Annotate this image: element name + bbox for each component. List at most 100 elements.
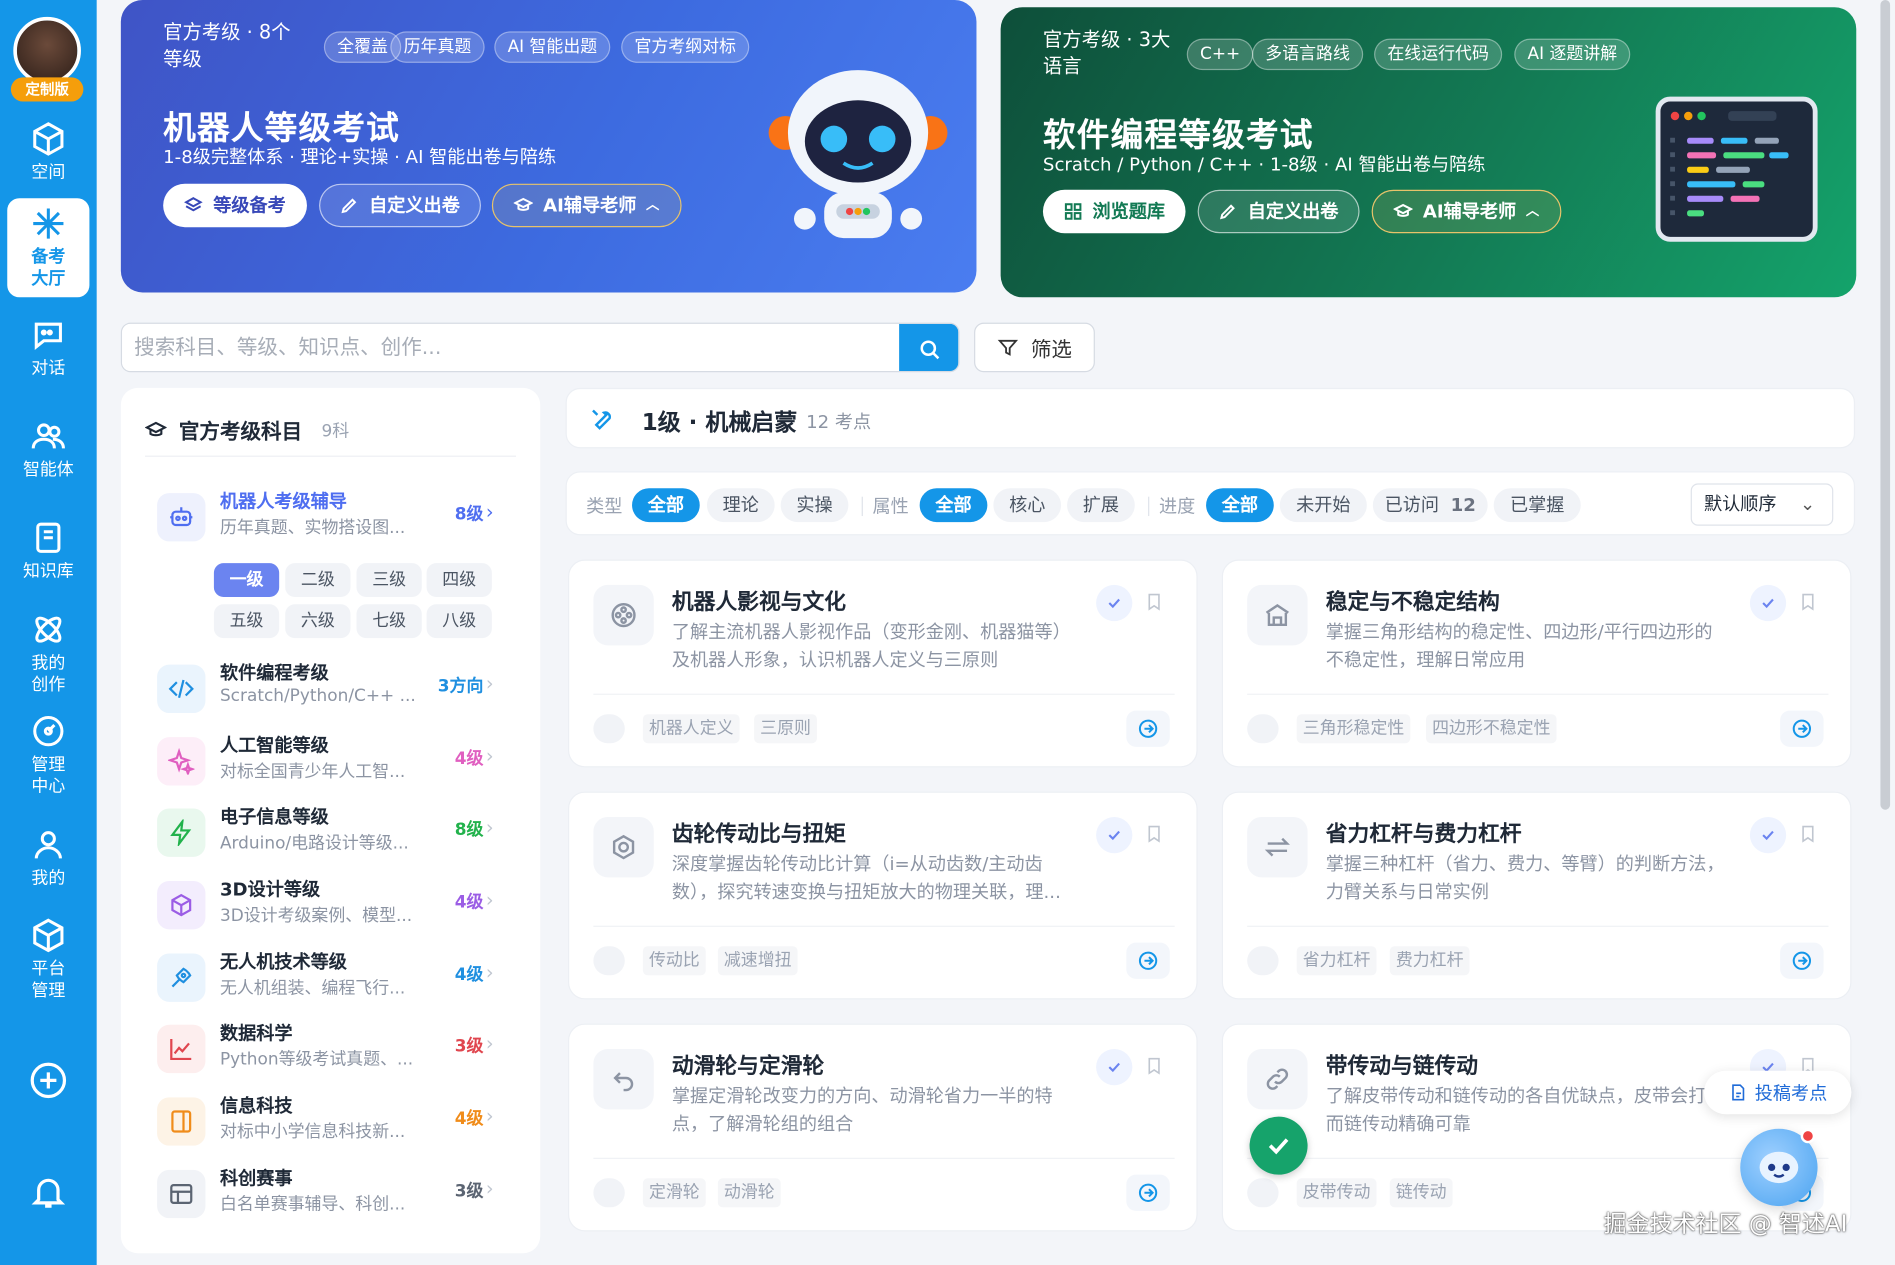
- wrench-icon: [592, 409, 611, 430]
- ai-tutor-button[interactable]: AI辅导老师 ︿: [491, 183, 682, 228]
- attr-all-pill[interactable]: 全部: [919, 488, 988, 523]
- attr-extension-pill[interactable]: 扩展: [1067, 488, 1135, 523]
- banner2-chip: 多语言路线: [1252, 38, 1364, 71]
- bookmark-icon[interactable]: [1798, 823, 1817, 850]
- knowledge-card[interactable]: 稳定与不稳定结构 掌握三角形结构的稳定性、四边形/平行四边形的不稳定性，理解日常…: [1221, 559, 1852, 768]
- check-icon[interactable]: [1096, 584, 1133, 622]
- custom-paper-button[interactable]: 自定义出卷: [319, 183, 481, 228]
- level-chip-3[interactable]: 三级: [356, 563, 422, 597]
- divider: [593, 925, 1175, 927]
- divider: [1148, 496, 1150, 517]
- plus-circle-icon: [30, 1062, 67, 1099]
- level-chip-1[interactable]: 一级: [213, 563, 280, 597]
- subject-info-tech[interactable]: 信息科技 对标中小学信息科技新... 4级 ›: [157, 1092, 507, 1152]
- arrow-right-circle-icon[interactable]: [1126, 1174, 1170, 1211]
- arrow-right-circle-icon[interactable]: [1126, 942, 1170, 979]
- type-all-pill[interactable]: 全部: [632, 488, 700, 523]
- ai-tutor-button-2[interactable]: AI辅导老师 ︿: [1371, 189, 1562, 234]
- level-chip-2[interactable]: 二级: [285, 563, 351, 597]
- card-desc: 了解主流机器人影视作品（变形金刚、机器猫等）及机器人形象，认识机器人定义与三原则: [671, 621, 1071, 671]
- subject-data-science[interactable]: 数据科学 Python等级考试真题、... 3级 ›: [157, 1020, 507, 1080]
- nav-exam-hall-label: 备考大厅: [31, 247, 66, 289]
- nav-knowledge[interactable]: 知识库: [0, 520, 97, 583]
- banner2-chip: 在线运行代码: [1374, 38, 1503, 71]
- check-icon[interactable]: [1096, 1048, 1133, 1086]
- subject-3d-design[interactable]: 3D设计等级 3D设计考级案例、模型... 4级 ›: [157, 876, 507, 936]
- notification-button[interactable]: [0, 1172, 97, 1216]
- attr-core-pill[interactable]: 核心: [993, 488, 1062, 523]
- search-button[interactable]: [899, 323, 959, 372]
- avatar[interactable]: [13, 16, 81, 85]
- check-icon[interactable]: [1749, 816, 1787, 854]
- knowledge-card[interactable]: 带传动与链传动 了解皮带传动和链传动的各自优缺点，皮带会打滑而链传动精确可靠 皮…: [1221, 1023, 1852, 1232]
- subject-drone[interactable]: 无人机技术等级 无人机组装、编程飞行... 4级 ›: [157, 949, 507, 1009]
- arrow-right-circle-icon[interactable]: [1126, 710, 1170, 747]
- subject-innovation-contest[interactable]: 科创赛事 白名单赛事辅导、科创... 3级 ›: [157, 1165, 507, 1225]
- subjects-panel-header: 官方考级科目 9科: [145, 415, 349, 445]
- level-chip-8[interactable]: 八级: [426, 604, 492, 639]
- search-input[interactable]: [122, 323, 896, 372]
- document-icon: [157, 1097, 206, 1146]
- card-desc: 掌握三角形结构的稳定性、四边形/平行四边形的不稳定性，理解日常应用: [1325, 621, 1713, 671]
- bookmark-icon[interactable]: [1144, 823, 1163, 850]
- knowledge-card[interactable]: 省力杠杆与费力杠杆 掌握三种杠杆（省力、费力、等臂）的判断方法，力臂关系与日常实…: [1221, 791, 1852, 1000]
- arrow-right-circle-icon[interactable]: [1780, 710, 1824, 747]
- nav-space[interactable]: 空间: [0, 121, 97, 184]
- level-prep-button[interactable]: 等级备考: [163, 183, 307, 228]
- progress-all-pill[interactable]: 全部: [1206, 488, 1274, 523]
- nav-platform-admin[interactable]: 平台管理: [0, 917, 97, 1002]
- nav-admin-center[interactable]: 管理中心: [0, 713, 97, 798]
- arrow-right-circle-icon[interactable]: [1780, 942, 1824, 979]
- bookmark-icon[interactable]: [1144, 1055, 1163, 1082]
- code-editor-illustration-icon: [1655, 96, 1818, 242]
- progress-mastered-pill[interactable]: 已掌握: [1493, 488, 1581, 523]
- scrollbar[interactable]: [1880, 0, 1891, 810]
- bookmark-icon[interactable]: [1144, 591, 1163, 618]
- bookmark-icon[interactable]: [1798, 591, 1817, 618]
- ai-assistant-fab[interactable]: [1740, 1128, 1818, 1207]
- progress-visited-pill[interactable]: 已访问 12: [1372, 488, 1488, 523]
- nav-me[interactable]: 我的: [0, 827, 97, 890]
- check-icon[interactable]: [1749, 584, 1787, 622]
- subject-ai[interactable]: 人工智能等级 对标全国青少年人工智... 4级 ›: [157, 732, 507, 792]
- nav-exam-hall[interactable]: 备考大厅: [7, 198, 90, 298]
- code-icon: [157, 664, 206, 714]
- progress-not-started-pill[interactable]: 未开始: [1279, 488, 1367, 523]
- subject-robot[interactable]: 机器人考级辅导 历年真题、实物搭设图... 8级 ›: [157, 488, 507, 548]
- level-chip-5[interactable]: 五级: [213, 604, 280, 639]
- atom-icon: [35, 616, 62, 643]
- chevron-right-icon: ›: [485, 815, 494, 839]
- subject-electronics[interactable]: 电子信息等级 Arduino/电路设计等级... 8级 ›: [157, 804, 507, 864]
- completed-check-button[interactable]: [1249, 1116, 1308, 1175]
- sort-select[interactable]: 默认顺序 ⌄: [1690, 483, 1834, 526]
- nav-my-creation-label: 我的创作: [31, 653, 66, 695]
- custom-paper-label-2: 自定义出卷: [1247, 200, 1339, 223]
- check-icon[interactable]: [1096, 816, 1133, 854]
- swap-arrows-icon: [1247, 816, 1308, 878]
- filter-button[interactable]: 筛选: [974, 322, 1095, 373]
- level-chip-7[interactable]: 七级: [356, 604, 422, 639]
- card-tag: 动滑轮: [717, 1178, 781, 1208]
- type-theory-pill[interactable]: 理论: [706, 488, 775, 523]
- custom-paper-button-2[interactable]: 自定义出卷: [1197, 189, 1360, 234]
- type-practice-pill[interactable]: 实操: [780, 488, 849, 523]
- browse-bank-button[interactable]: 浏览题库: [1042, 189, 1186, 234]
- subject-level: 3方向: [437, 676, 484, 697]
- knowledge-card[interactable]: 齿轮传动比与扭矩 深度掌握齿轮传动比计算（i=从动齿数/主动齿数），探究转速变换…: [567, 791, 1198, 1000]
- nav-my-creation[interactable]: 我的创作: [0, 612, 97, 697]
- cube-icon: [157, 880, 206, 930]
- divider: [593, 693, 1175, 695]
- subject-software-coding[interactable]: 软件编程考级 Scratch/Python/C++ ... 3方向 ›: [157, 660, 507, 720]
- add-button[interactable]: [0, 1061, 97, 1105]
- subject-level: 3级: [454, 1036, 484, 1057]
- submit-topic-button[interactable]: 投稿考点: [1703, 1070, 1852, 1115]
- nav-chat[interactable]: 对话: [0, 317, 97, 380]
- knowledge-card[interactable]: 机器人影视与文化 了解主流机器人影视作品（变形金刚、机器猫等）及机器人形象，认识…: [567, 559, 1198, 768]
- banner2-desc: Scratch / Python / C++ · 1-8级 · AI 智能出卷与…: [1042, 153, 1486, 176]
- nav-admin-center-label: 管理中心: [31, 755, 66, 797]
- level-chip-6[interactable]: 六级: [285, 604, 351, 639]
- level-chip-4[interactable]: 四级: [426, 563, 492, 597]
- nav-agents[interactable]: 智能体: [0, 418, 97, 481]
- knowledge-card[interactable]: 动滑轮与定滑轮 掌握定滑轮改变力的方向、动滑轮省力一半的特点，了解滑轮组的组合 …: [567, 1023, 1198, 1232]
- chevron-right-icon: ›: [485, 888, 494, 912]
